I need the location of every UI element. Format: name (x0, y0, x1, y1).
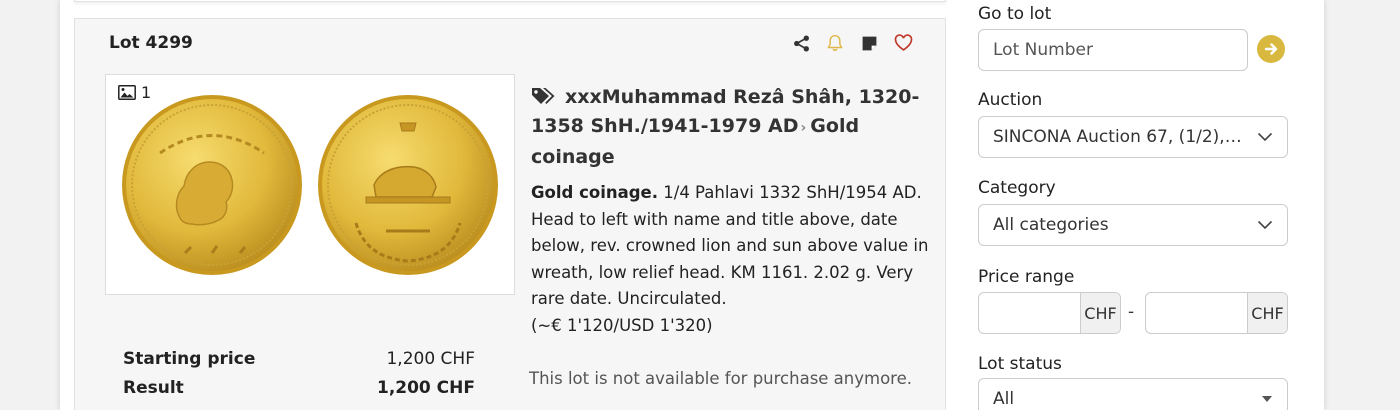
coin-obverse-image (122, 95, 302, 275)
lot-actions (791, 33, 913, 53)
breadcrumb-chevron-icon: › (800, 120, 807, 136)
note-icon[interactable] (859, 33, 879, 53)
share-icon[interactable] (791, 33, 811, 53)
go-to-lot-button[interactable] (1257, 35, 1285, 63)
goto-lot-label: Go to lot (978, 4, 1052, 24)
chevron-down-icon (1257, 132, 1273, 142)
starting-price-row: Starting price 1,200 CHF (123, 349, 475, 369)
lot-image-gallery[interactable]: 1 (105, 74, 515, 295)
price-to-field[interactable] (1146, 293, 1247, 333)
result-value: 1,200 CHF (376, 378, 475, 398)
heart-icon[interactable] (893, 33, 913, 53)
price-range-label: Price range (978, 267, 1075, 287)
currency-from-addon: CHF (1080, 293, 1120, 333)
lot-status-value: All (993, 389, 1015, 409)
lot-card: Lot 4299 1 xxxMuhammad Rezâ Shâh, 1320-1… (74, 18, 946, 410)
result-label: Result (123, 378, 184, 398)
not-available-text: This lot is not available for purchase a… (529, 369, 913, 388)
starting-price-label: Starting price (123, 349, 256, 369)
starting-price-value: 1,200 CHF (386, 349, 475, 369)
lot-desc-approx: (~€ 1'120/USD 1'320) (531, 315, 713, 335)
price-from-field[interactable] (979, 293, 1080, 333)
lot-title: Lot 4299 (109, 33, 193, 53)
category-label: Category (978, 178, 1056, 198)
lot-number-placeholder: Lot Number (993, 40, 1093, 60)
tags-icon (532, 88, 555, 104)
category-value: All categories (993, 215, 1109, 235)
price-to-input[interactable]: CHF (1145, 292, 1288, 334)
lot-desc-bold: Gold coinage. (531, 183, 659, 202)
bell-icon[interactable] (825, 33, 845, 53)
auction-label: Auction (978, 90, 1043, 110)
previous-lot-card (74, 0, 946, 2)
caret-down-icon (1262, 396, 1272, 402)
auction-select[interactable]: SINCONA Auction 67, (1/2), 20.05.2021 (978, 116, 1288, 158)
lot-heading: xxxMuhammad Rezâ Shâh, 1320-1358 ShH./19… (531, 83, 931, 172)
lot-status-select[interactable]: All (978, 378, 1288, 410)
lot-details: xxxMuhammad Rezâ Shâh, 1320-1358 ShH./19… (531, 83, 931, 339)
image-icon (118, 85, 136, 100)
chevron-down-icon (1257, 220, 1273, 230)
result-row: Result 1,200 CHF (123, 378, 475, 398)
image-count: 1 (118, 83, 151, 102)
auction-value: SINCONA Auction 67, (1/2), 20.05.2021 (993, 127, 1243, 147)
currency-to-addon: CHF (1247, 293, 1287, 333)
price-from-input[interactable]: CHF (978, 292, 1121, 334)
coin-reverse-image (318, 95, 498, 275)
lot-status-label: Lot status (978, 354, 1062, 374)
lot-description: Gold coinage. 1/4 Pahlavi 1332 ShH/1954 … (531, 180, 931, 339)
arrow-right-icon (1264, 43, 1278, 55)
category-select[interactable]: All categories (978, 204, 1288, 246)
lot-number-input[interactable]: Lot Number (978, 29, 1248, 71)
price-range-dash: - (1128, 302, 1135, 322)
lot-heading-main[interactable]: xxxMuhammad Rezâ Shâh, 1320-1358 ShH./19… (531, 86, 919, 137)
